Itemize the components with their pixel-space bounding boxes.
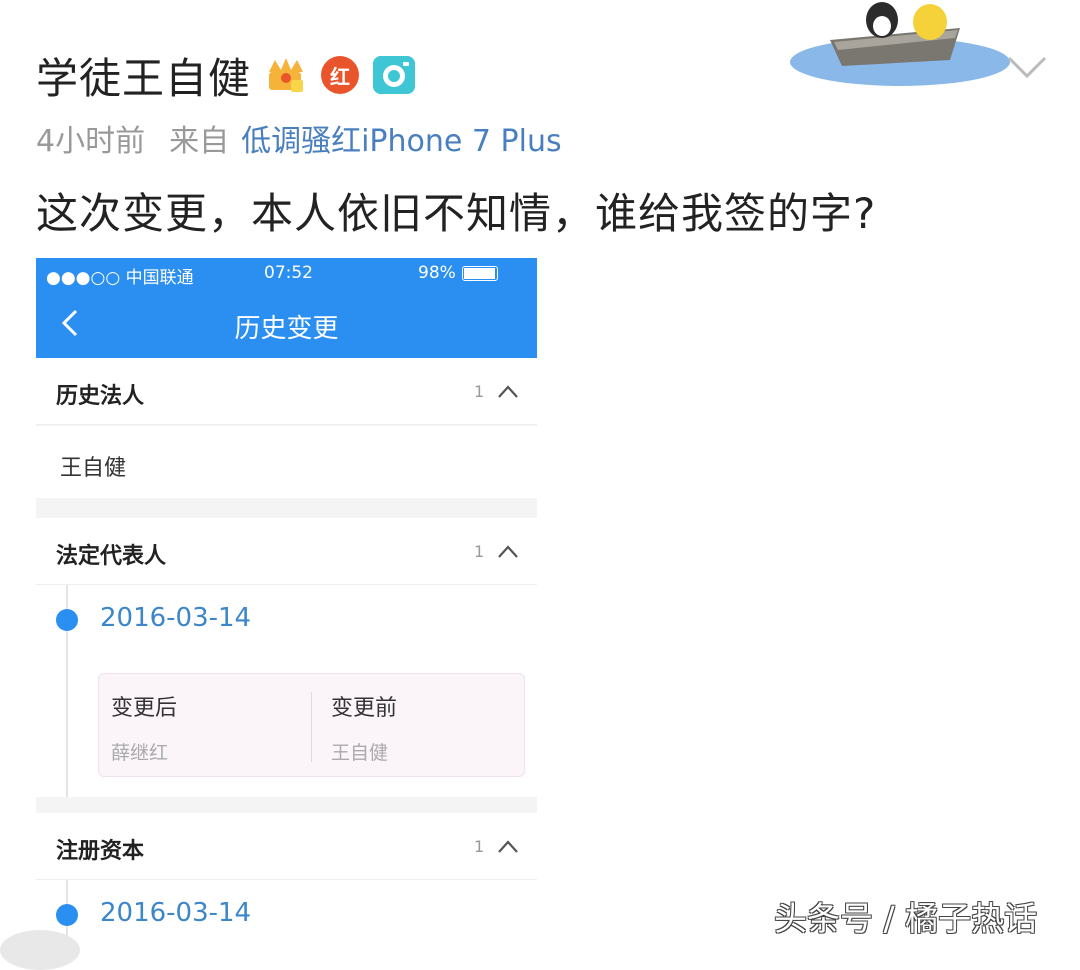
change-card: 变更后 薛继红 变更前 王自健	[98, 673, 525, 777]
battery-percent: 98%	[418, 263, 456, 283]
author-name[interactable]: 学徒王自健	[36, 45, 251, 106]
status-bar: ●●●○○ 中国联通 07:52 98%	[36, 258, 537, 288]
section-title: 法定代表人	[56, 544, 167, 569]
section-title: 历史法人	[56, 384, 145, 409]
change-timeline-item: 2016-03-14 变更后 薛继红 变更前 王自健	[36, 585, 537, 797]
section-header-history-legal-person[interactable]: 历史法人 1	[36, 358, 537, 425]
battery-icon	[461, 265, 498, 281]
history-legal-person-row: 王自健	[36, 426, 537, 498]
before-label: 变更前	[331, 696, 398, 721]
embedded-phone-screenshot[interactable]: ●●●○○ 中国联通 07:52 98% 历史变更 历史法人 1 王自健 法定代…	[36, 258, 537, 947]
section-title: 注册资本	[56, 839, 145, 864]
chevron-up-icon[interactable]	[496, 837, 520, 855]
before-value: 王自健	[331, 742, 389, 764]
legal-person-name: 王自健	[60, 456, 127, 481]
source-label: 来自	[169, 124, 230, 159]
nav-bar: 历史变更	[36, 288, 537, 358]
status-time: 07:52	[264, 263, 313, 283]
after-column: 变更后 薛继红	[111, 690, 177, 765]
carrier-signal: ●●●○○ 中国联通	[46, 268, 194, 288]
badge-group: 红	[265, 54, 416, 96]
post-text: 这次变更，本人依旧不知情，谁给我签的字?	[36, 189, 877, 238]
watermark: 头条号 / 橘子热话	[774, 899, 1038, 938]
post-source: 来自 低调骚红iPhone 7 Plus	[169, 116, 562, 160]
section-header-legal-representative[interactable]: 法定代表人 1	[36, 518, 537, 585]
timeline-dot-icon	[56, 904, 78, 926]
section-count: 1	[474, 542, 485, 561]
post-meta: 4小时前 来自 低调骚红iPhone 7 Plus	[36, 116, 562, 160]
corner-decoration	[0, 930, 80, 970]
chevron-up-icon[interactable]	[496, 382, 520, 400]
after-label: 变更后	[111, 696, 178, 721]
section-count: 1	[474, 382, 485, 401]
nav-title: 历史变更	[234, 314, 339, 344]
after-value: 薛继红	[111, 742, 169, 764]
timeline-dot-icon	[56, 609, 78, 631]
change-date: 2016-03-14	[100, 603, 252, 633]
before-column: 变更前 王自健	[331, 690, 397, 765]
camera-icon[interactable]	[373, 56, 416, 94]
boat-decoration-icon	[790, 0, 1010, 90]
post-header: 学徒王自健 红	[36, 40, 416, 110]
battery-indicator: 98%	[418, 263, 498, 283]
post-time: 4小时前	[36, 124, 146, 159]
change-timeline-item: 2016-03-14	[36, 880, 537, 947]
chevron-down-icon[interactable]	[1005, 52, 1049, 82]
crown-icon[interactable]	[265, 54, 307, 96]
chevron-up-icon[interactable]	[496, 542, 520, 560]
change-date: 2016-03-14	[100, 898, 252, 928]
section-header-registered-capital[interactable]: 注册资本 1	[36, 813, 537, 880]
section-count: 1	[474, 837, 485, 856]
red-v-icon[interactable]: 红	[321, 56, 360, 94]
source-device-link[interactable]: 低调骚红iPhone 7 Plus	[241, 116, 562, 160]
card-divider	[311, 692, 312, 762]
